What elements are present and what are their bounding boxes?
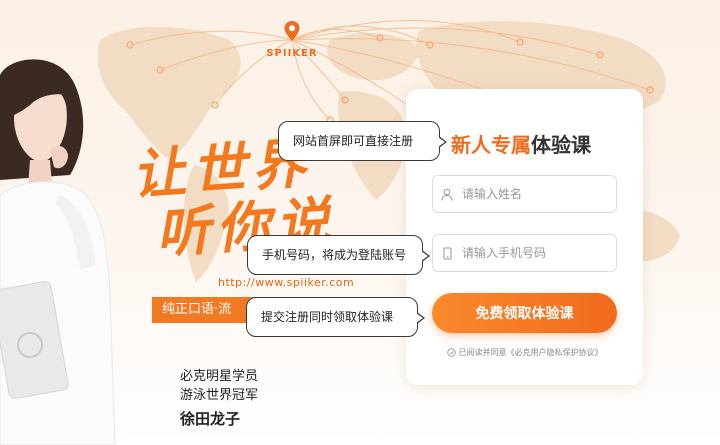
shield-check-icon [446, 348, 456, 357]
student-caption: 必克明星学员 游泳世界冠军 徐田龙子 [180, 367, 258, 429]
site-url: http://www.spiiker.com [218, 276, 355, 289]
phone-icon [443, 247, 452, 259]
caption-line-2: 游泳世界冠军 [180, 388, 259, 403]
spiiker-logo: SPIIKER [262, 20, 322, 59]
hero-section: SPIIKER 让世界 听你说 http://www.spiiker.com 纯… [0, 0, 720, 445]
form-title: 新人专属体验课 [451, 129, 591, 158]
form-title-highlight: 新人专属 [451, 133, 531, 157]
claim-trial-button[interactable]: 免费领取体验课 [432, 293, 617, 333]
location-pin-icon [284, 21, 300, 41]
privacy-agreement[interactable]: 已阅读并同意《必克用户隐私保护协议》 [406, 347, 643, 358]
phone-field[interactable] [432, 234, 617, 272]
name-input[interactable] [462, 187, 612, 201]
student-name: 徐田龙子 [180, 410, 241, 428]
tooltip-register: 网站首屏即可直接注册 [278, 121, 447, 161]
form-title-rest: 体验课 [531, 133, 591, 157]
tooltip-submit: 提交注册同时领取体验课 [246, 297, 425, 337]
privacy-agreement-text: 已阅读并同意《必克用户隐私保护协议》 [458, 348, 603, 357]
signup-form: 新人专属体验课 免费领取体验课 已阅读并同意《必克用户隐私保护协议》 [406, 89, 643, 385]
logo-text: SPIIKER [266, 48, 318, 59]
caption-line-1: 必克明星学员 [180, 369, 259, 384]
name-field[interactable] [432, 175, 617, 213]
user-icon [441, 188, 453, 201]
phone-input[interactable] [462, 246, 612, 260]
tooltip-phone: 手机号码，将成为登陆账号 [247, 235, 430, 275]
student-portrait [0, 59, 116, 445]
